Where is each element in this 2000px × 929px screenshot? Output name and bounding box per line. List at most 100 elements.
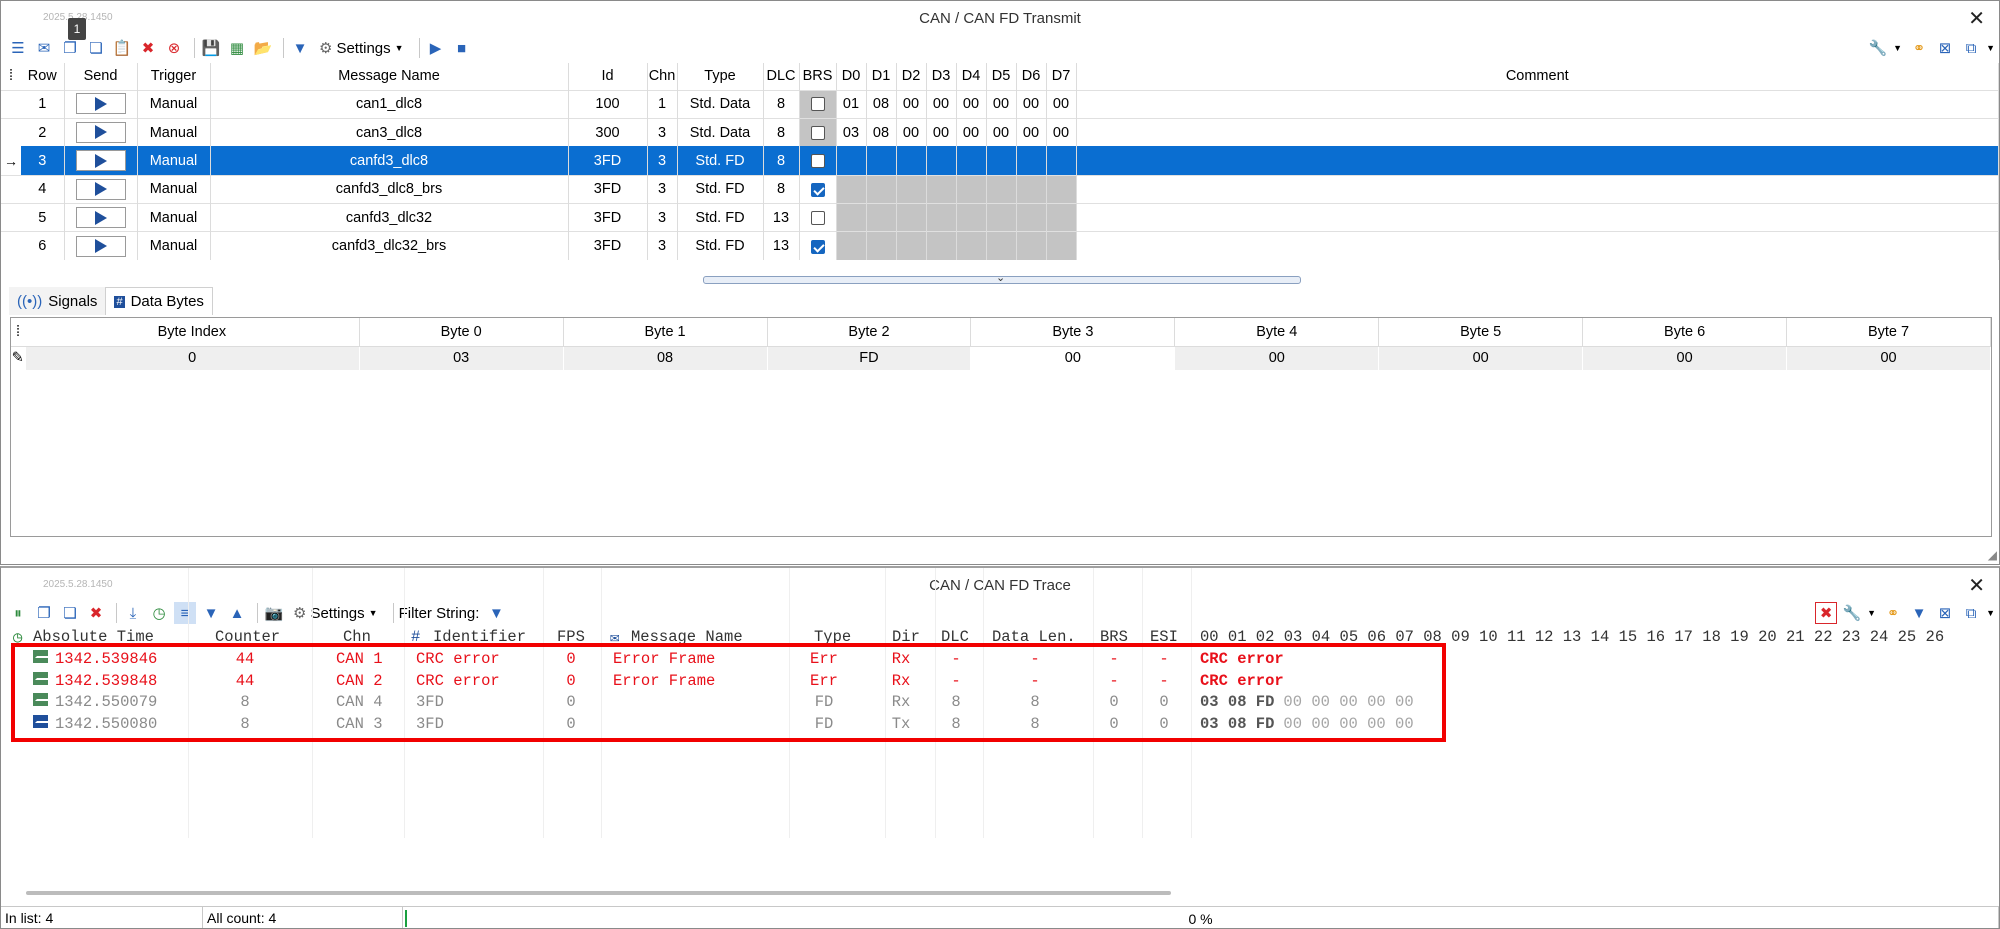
panel-splitter[interactable]: ⌄ (703, 272, 1301, 284)
brs-checkbox[interactable] (810, 210, 825, 225)
data-byte-cell[interactable] (956, 203, 987, 232)
send-button-cell[interactable] (64, 231, 138, 261)
type-cell[interactable]: Std. FD (677, 231, 764, 261)
col-header-d4[interactable]: D4 (956, 63, 987, 90)
id-cell[interactable]: 3FD (568, 231, 648, 261)
delete-all-icon[interactable]: ⊗ (163, 37, 185, 59)
brs-cell[interactable] (799, 174, 837, 204)
close-panel-icon[interactable]: ⊠ (1934, 602, 1956, 624)
duplicate-icon[interactable]: ❏ (85, 37, 107, 59)
data-byte-cell[interactable]: 03 (836, 117, 867, 147)
chevron-down-icon[interactable]: ▼ (1986, 43, 1995, 53)
data-byte-cell[interactable] (1046, 174, 1077, 204)
send-button-cell[interactable] (64, 203, 138, 232)
row-number[interactable]: 2 (21, 117, 65, 147)
type-cell[interactable]: Std. FD (677, 146, 764, 176)
play-icon[interactable]: ▶ (425, 37, 447, 59)
message-name-cell[interactable]: canfd3_dlc8 (210, 146, 569, 176)
brs-cell[interactable] (799, 203, 837, 232)
byte-value-cell[interactable]: 00 (1378, 346, 1584, 370)
data-byte-cell[interactable]: 00 (956, 117, 987, 147)
message-name-cell[interactable]: canfd3_dlc32 (210, 203, 569, 232)
type-cell[interactable]: Std. FD (677, 174, 764, 204)
data-byte-cell[interactable] (836, 146, 867, 176)
type-cell[interactable]: Std. FD (677, 203, 764, 232)
col-header-chn[interactable]: Chn (647, 63, 678, 90)
add-message-icon[interactable]: ☰ (7, 37, 29, 59)
triangle-up-icon[interactable]: ▲ (226, 602, 248, 624)
table-row[interactable]: 6 Manual canfd3_dlc32_brs 3FD 3 Std. FD 13 (1, 231, 1999, 261)
data-byte-cell[interactable] (836, 174, 867, 204)
col-header-d5[interactable]: D5 (986, 63, 1017, 90)
byte-value-cell[interactable]: 0 (25, 346, 360, 370)
copy-icon[interactable]: ❐ (59, 37, 81, 59)
brs-checkbox[interactable] (810, 97, 825, 112)
id-cell[interactable]: 300 (568, 117, 648, 147)
chn-cell[interactable]: 3 (647, 117, 678, 147)
data-byte-cell[interactable] (896, 174, 927, 204)
id-cell[interactable]: 3FD (568, 203, 648, 232)
data-byte-cell[interactable] (956, 231, 987, 261)
byte-value-cell[interactable]: 00 (970, 346, 1176, 370)
table-row[interactable]: → 3 Manual canfd3_dlc8 3FD 3 Std. FD 8 (1, 146, 1999, 176)
tab-signals[interactable]: ((•)) Signals (9, 287, 106, 315)
close-icon[interactable]: ✕ (1968, 6, 1985, 31)
chevron-down-icon[interactable]: ▼ (1986, 608, 1995, 618)
chn-cell[interactable]: 1 (647, 89, 678, 119)
data-byte-cell[interactable] (836, 231, 867, 261)
copy-icon[interactable]: ❐ (33, 602, 55, 624)
data-byte-cell[interactable] (986, 146, 1017, 176)
data-byte-cell[interactable] (986, 203, 1017, 232)
sort-icon[interactable]: ≡ (174, 602, 196, 624)
filter-icon[interactable]: ▼ (485, 602, 507, 624)
comment-cell[interactable] (1076, 231, 1999, 261)
chn-cell[interactable]: 3 (647, 231, 678, 261)
send-button[interactable] (75, 207, 126, 228)
col-header-d6[interactable]: D6 (1016, 63, 1047, 90)
trigger-cell[interactable]: Manual (137, 174, 211, 204)
data-byte-cell[interactable] (926, 231, 957, 261)
open-folder-icon[interactable]: 📂 (252, 37, 274, 59)
data-byte-cell[interactable] (1046, 203, 1077, 232)
brs-checkbox[interactable] (810, 239, 825, 254)
message-name-cell[interactable]: canfd3_dlc32_brs (210, 231, 569, 261)
send-button[interactable] (75, 121, 126, 143)
id-cell[interactable]: 3FD (568, 146, 648, 176)
camera-icon[interactable]: 📷 (263, 602, 285, 624)
send-button[interactable] (75, 150, 126, 172)
data-byte-cell[interactable]: 00 (926, 117, 957, 147)
chevron-down-icon[interactable]: ▼ (1867, 608, 1876, 618)
data-byte-cell[interactable] (926, 174, 957, 204)
dlc-cell[interactable]: 13 (763, 231, 800, 261)
data-byte-cell[interactable]: 00 (1016, 89, 1047, 119)
send-button-cell[interactable] (64, 117, 138, 147)
chn-cell[interactable]: 3 (647, 146, 678, 176)
data-byte-cell[interactable] (986, 174, 1017, 204)
byte-value-cell[interactable]: 08 (563, 346, 768, 370)
trigger-cell[interactable]: Manual (137, 146, 211, 176)
chevron-down-icon[interactable]: ▼ (1893, 43, 1902, 53)
data-byte-cell[interactable] (836, 203, 867, 232)
trigger-cell[interactable]: Manual (137, 117, 211, 147)
dlc-cell[interactable]: 8 (763, 174, 800, 204)
col-header-row[interactable]: Row (21, 63, 65, 90)
data-byte-cell[interactable]: 01 (836, 89, 867, 119)
comment-cell[interactable] (1076, 174, 1999, 204)
trigger-cell[interactable]: Manual (137, 89, 211, 119)
byte-value-cell[interactable]: FD (767, 346, 972, 370)
data-byte-cell[interactable]: 00 (926, 89, 957, 119)
filter-icon[interactable]: ▼ (1908, 602, 1930, 624)
data-byte-cell[interactable] (866, 231, 897, 261)
clear-filter-icon[interactable]: ✖ (1815, 602, 1838, 624)
data-byte-cell[interactable]: 08 (866, 89, 897, 119)
brs-cell[interactable] (799, 146, 837, 176)
row-number[interactable]: 1 (21, 89, 65, 119)
link-icon[interactable]: ⚭ (1882, 602, 1904, 624)
data-byte-cell[interactable] (1016, 231, 1047, 261)
col-header-message-name[interactable]: Message Name (210, 63, 569, 90)
data-byte-cell[interactable] (956, 174, 987, 204)
dlc-cell[interactable]: 8 (763, 146, 800, 176)
comment-cell[interactable] (1076, 89, 1999, 119)
brs-checkbox[interactable] (810, 182, 825, 197)
chn-cell[interactable]: 3 (647, 174, 678, 204)
